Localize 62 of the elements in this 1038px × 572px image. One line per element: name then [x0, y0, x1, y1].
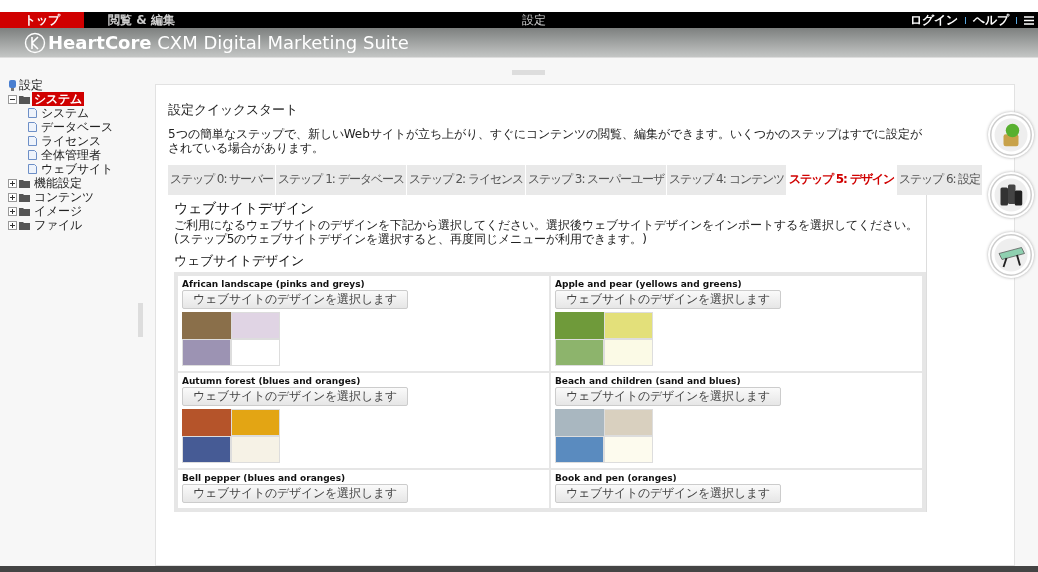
tree-item[interactable]: 全体管理者 [39, 148, 103, 162]
select-design-button[interactable]: ウェブサイトのデザインを選択します [555, 387, 781, 406]
select-design-button[interactable]: ウェブサイトのデザインを選択します [182, 484, 408, 503]
step-tab[interactable]: ステップ 4: コンテンツ [667, 165, 787, 195]
design-name: Apple and pear (yellows and greens) [555, 279, 743, 289]
expand-icon[interactable] [8, 220, 17, 230]
photo-placeholder [182, 312, 231, 339]
expand-icon[interactable] [8, 192, 17, 202]
tree-item[interactable]: システム [32, 92, 84, 106]
tree-item[interactable]: データベース [39, 120, 115, 134]
battery-icon[interactable] [988, 172, 1034, 218]
design-name: Book and pen (oranges) [555, 473, 678, 483]
logo-icon [24, 31, 46, 54]
folder-icon [19, 94, 30, 104]
header-link[interactable]: ログイン [910, 11, 958, 29]
brand-name: HeartCore CXM Digital Marketing Suite [48, 32, 409, 53]
expand-icon[interactable] [8, 206, 17, 216]
step-tab[interactable]: ステップ 6: 設定 [897, 165, 984, 195]
header-link[interactable]: ヘルプ [973, 11, 1009, 29]
description-text: ご利用になるウェブサイトのデザインを下記から選択してください。選択後ウェブサイトデザインをインポートするを選択してください。(ステップ5のウェブサイトデザインを選択すると、再度同じメニューが利用できます。) [174, 218, 919, 246]
design-name: African landscape (pinks and greys) [182, 279, 366, 289]
resize-handle[interactable] [138, 303, 143, 337]
menu-icon[interactable] [1024, 15, 1034, 25]
tree-item[interactable]: コンテンツ [32, 190, 96, 204]
list-title: ウェブサイトデザイン [174, 252, 305, 270]
folder-icon [19, 206, 30, 216]
design-name: Beach and children (sand and blues) [555, 376, 742, 386]
select-design-button[interactable]: ウェブサイトのデザインを選択します [555, 484, 781, 503]
photo-placeholder [555, 409, 604, 436]
design-name: Autumn forest (blues and oranges) [182, 376, 362, 386]
step-tab[interactable]: ステップ 2: ライセンス [406, 165, 526, 195]
folder-icon [19, 220, 30, 230]
page-title: 設定 [522, 11, 546, 29]
photo-placeholder [182, 409, 231, 436]
drafting-table-icon[interactable] [988, 232, 1034, 278]
nav-tab[interactable]: 閲覧 & 編集 [84, 12, 199, 28]
settings-icon [8, 79, 17, 91]
select-design-button[interactable]: ウェブサイトのデザインを選択します [182, 290, 408, 309]
expand-icon[interactable] [8, 178, 17, 188]
section-title: ウェブサイトデザイン [174, 200, 315, 218]
select-design-button[interactable]: ウェブサイトのデザインを選択します [555, 290, 781, 309]
tree-item[interactable]: システム [39, 106, 91, 120]
collapse-icon[interactable] [8, 94, 17, 104]
nav-tab[interactable]: トップ [0, 12, 84, 28]
step-tab[interactable]: ステップ 3: スーパーユーザ [525, 165, 668, 195]
step-tab[interactable]: ステップ 1: データベース [276, 165, 407, 195]
tree-item[interactable]: イメージ [32, 204, 84, 218]
step-tab[interactable]: ステップ 5: デザイン [786, 165, 898, 195]
step-tab[interactable]: ステップ 0: サーバー [168, 165, 277, 195]
intro-text: 5つの簡単なステップで、新しいWebサイトが立ち上がり、すぐにコンテンツの閲覧、編集ができます。いくつかのステップはすでに設定がされている場合があります。 [168, 127, 923, 155]
photo-placeholder [555, 312, 604, 339]
tree-item[interactable]: 機能設定 [32, 176, 84, 190]
design-name: Bell pepper (blues and oranges) [182, 473, 347, 483]
select-design-button[interactable]: ウェブサイトのデザインを選択します [182, 387, 408, 406]
resize-handle[interactable] [512, 70, 545, 75]
folder-icon [19, 192, 30, 202]
folder-icon [19, 178, 30, 188]
tree-item[interactable]: ファイル [32, 218, 84, 232]
section-title: 設定クイックスタート [168, 101, 299, 119]
tree-item[interactable]: 設定 [19, 76, 43, 94]
tree-item[interactable]: ライセンス [39, 134, 103, 148]
tree-item[interactable]: ウェブサイト [39, 162, 115, 176]
